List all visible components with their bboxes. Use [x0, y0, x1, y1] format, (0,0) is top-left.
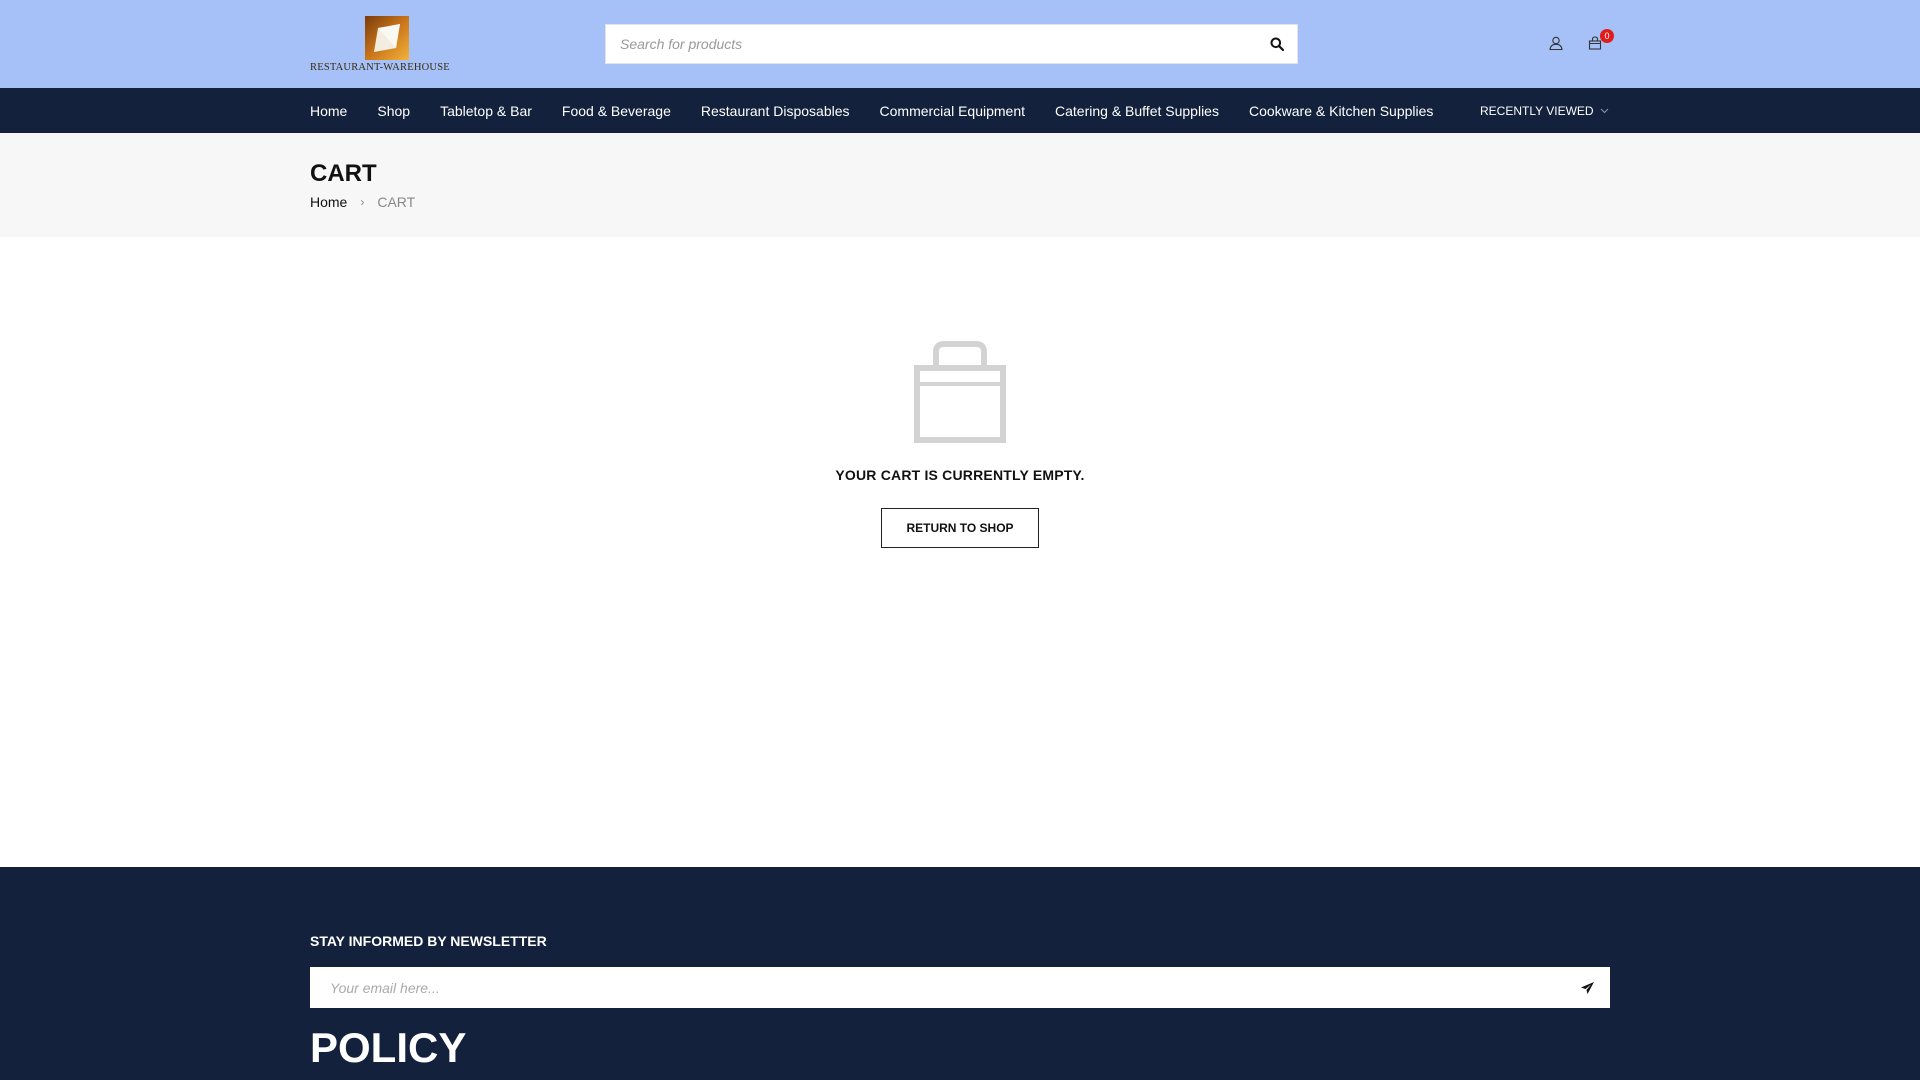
search-icon — [1270, 37, 1284, 51]
search-input[interactable] — [606, 25, 1257, 63]
nav-item-restaurant-disposables[interactable]: Restaurant Disposables — [701, 103, 850, 119]
breadcrumb: Home › CART — [310, 194, 415, 210]
recently-viewed-label: RECENTLY VIEWED — [1480, 103, 1594, 118]
empty-cart-section: YOUR CART IS CURRENTLY EMPTY. RETURN TO … — [0, 237, 1920, 867]
newsletter-submit-button[interactable] — [1564, 967, 1610, 1008]
paper-plane-icon — [1580, 981, 1594, 994]
site-logo[interactable]: RESTAURANT-WAREHOUSE — [310, 14, 464, 74]
logo-text: RESTAURANT-WAREHOUSE — [310, 62, 450, 73]
nav-list: Home Shop Tabletop & Bar Food & Beverage… — [310, 88, 1463, 133]
breadcrumb-current: CART — [377, 194, 416, 210]
newsletter-form — [310, 967, 1610, 1008]
nav-item-cookware-kitchen[interactable]: Cookware & Kitchen Supplies — [1249, 103, 1433, 119]
newsletter-email-input[interactable] — [310, 967, 1564, 1008]
main-nav: Home Shop Tabletop & Bar Food & Beverage… — [0, 88, 1920, 133]
breadcrumb-home-link[interactable]: Home — [310, 194, 347, 210]
policy-heading: POLICY — [310, 1024, 467, 1071]
nav-item-food-beverage[interactable]: Food & Beverage — [562, 103, 671, 119]
newsletter-title: STAY INFORMED BY NEWSLETTER — [310, 933, 547, 949]
nav-item-shop[interactable]: Shop — [377, 103, 410, 119]
nav-item-catering-buffet[interactable]: Catering & Buffet Supplies — [1055, 103, 1219, 119]
account-button[interactable] — [1547, 34, 1565, 52]
page-title-bar: CART Home › CART — [0, 133, 1920, 237]
chevron-down-icon — [1600, 108, 1608, 113]
empty-cart-message: YOUR CART IS CURRENTLY EMPTY. — [835, 467, 1085, 483]
nav-item-home[interactable]: Home — [310, 103, 347, 119]
search-bar — [605, 24, 1298, 64]
nav-item-tabletop-bar[interactable]: Tabletop & Bar — [440, 103, 532, 119]
site-header: RESTAURANT-WAREHOUSE 0 — [0, 0, 1920, 88]
breadcrumb-separator: › — [360, 195, 365, 209]
cart-count-badge: 0 — [1600, 29, 1614, 43]
return-to-shop-button[interactable]: RETURN TO SHOP — [881, 508, 1039, 548]
nav-item-commercial-equipment[interactable]: Commercial Equipment — [880, 103, 1026, 119]
page-title: CART — [310, 160, 377, 187]
site-footer: STAY INFORMED BY NEWSLETTER POLICY — [0, 867, 1920, 1080]
search-button[interactable] — [1257, 25, 1297, 63]
empty-bag-icon — [914, 341, 1006, 443]
recently-viewed-toggle[interactable]: RECENTLY VIEWED — [1480, 88, 1609, 133]
user-icon — [1549, 36, 1563, 50]
logo-mark — [365, 16, 409, 60]
